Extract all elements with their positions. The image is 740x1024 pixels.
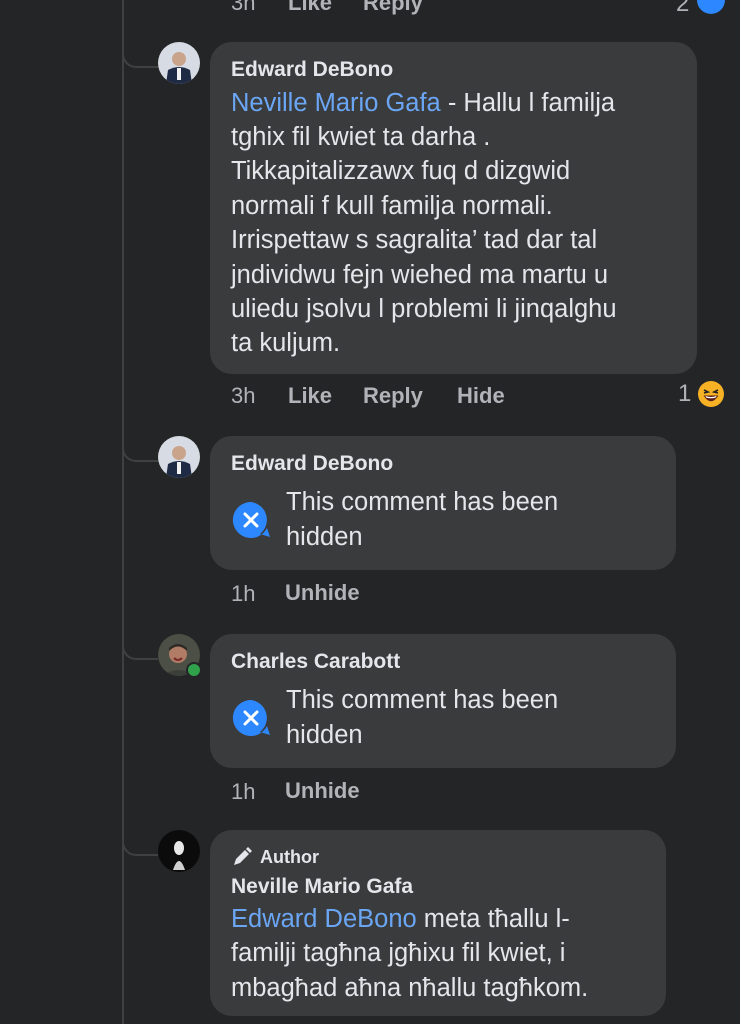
comment-line: Neville Mario Gafa - Hallu l familja: [231, 89, 616, 117]
comment-time: 3h: [231, 0, 256, 15]
comment-author[interactable]: Charles Carabott: [231, 650, 400, 674]
avatar[interactable]: [158, 830, 200, 872]
unhide-button[interactable]: Unhide: [285, 580, 360, 606]
reaction-count: 2: [676, 0, 690, 17]
hidden-message: This comment has been: [286, 686, 559, 714]
thread-connector: [122, 828, 158, 856]
hidden-message: hidden: [286, 721, 363, 749]
comment-line: familji tagħna jgħixu fil kwiet, i: [231, 939, 566, 967]
mention-link[interactable]: Edward DeBono: [231, 905, 417, 933]
comment-bubble: Edward DeBono This comment has been hidd…: [210, 436, 676, 570]
comment-line: normali f kull familja normali.: [231, 192, 553, 220]
comment-line: Irrispettaw s sagralita’ tad dar tal: [231, 226, 598, 254]
comment-bubble: Edward DeBono Neville Mario Gafa - Hallu…: [210, 42, 697, 374]
like-button[interactable]: Like: [288, 0, 332, 16]
comment-bubble: Author Neville Mario Gafa Edward DeBono …: [210, 830, 666, 1016]
comment-line: uliedu jsolvu l problemi li jinqalghu: [231, 295, 617, 323]
laughing-emoji-icon[interactable]: [697, 380, 725, 408]
comment-line: mbagħad aħna nħallu tagħkom.: [231, 974, 589, 1002]
thread-line: [122, 0, 124, 1024]
hide-button[interactable]: Hide: [457, 383, 505, 409]
avatar[interactable]: [158, 42, 200, 84]
comment-line: Tikkapitalizzawx fuq d dizgwid: [231, 157, 571, 185]
mention-link[interactable]: Neville Mario Gafa: [231, 89, 441, 117]
online-status-indicator: [186, 662, 202, 678]
comment-bubble: Charles Carabott This comment has been h…: [210, 634, 676, 768]
comment-author[interactable]: Neville Mario Gafa: [231, 875, 413, 899]
comment-line: jndividwu fejn wiehed ma martu u: [231, 261, 609, 289]
comment-line: ta kuljum.: [231, 329, 341, 357]
comment-time: 1h: [231, 779, 256, 804]
comment-line: Edward DeBono meta tħallu l-: [231, 905, 570, 933]
like-reaction-icon: [697, 0, 725, 14]
reaction-count[interactable]: 1: [678, 380, 691, 408]
reply-button[interactable]: Reply: [363, 383, 423, 409]
comment-time: 3h: [231, 383, 256, 408]
hidden-message: hidden: [286, 523, 363, 551]
comment-line: tghix fil kwiet ta darha .: [231, 123, 491, 151]
hidden-comment-icon: [232, 501, 270, 538]
reply-button[interactable]: Reply: [363, 0, 423, 16]
thread-connector: [122, 40, 158, 68]
avatar[interactable]: [158, 436, 200, 478]
comment-author[interactable]: Edward DeBono: [231, 452, 393, 476]
author-badge: Author: [260, 847, 319, 867]
pencil-icon: [234, 847, 252, 865]
thread-connector: [122, 632, 158, 660]
like-button[interactable]: Like: [288, 383, 332, 409]
comment-author[interactable]: Edward DeBono: [231, 58, 393, 82]
hidden-comment-icon: [232, 699, 270, 736]
comment-time: 1h: [231, 581, 256, 606]
hidden-message: This comment has been: [286, 488, 559, 516]
unhide-button[interactable]: Unhide: [285, 778, 360, 804]
thread-connector: [122, 434, 158, 462]
